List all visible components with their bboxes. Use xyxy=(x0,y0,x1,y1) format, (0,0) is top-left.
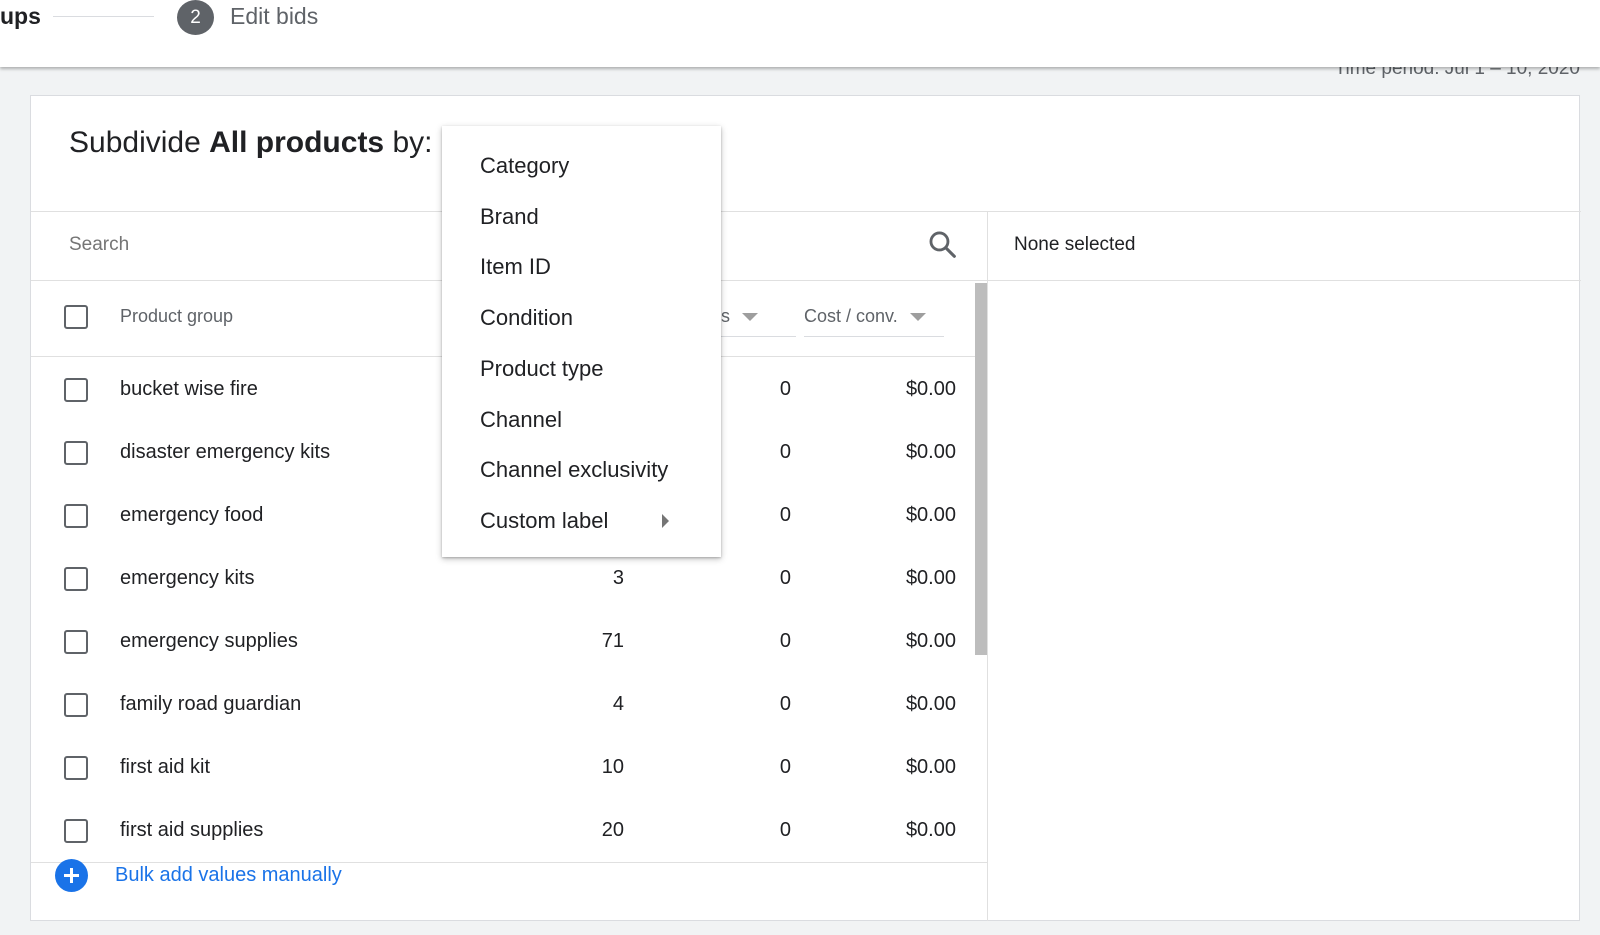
product-group-name: first aid kit xyxy=(120,756,211,778)
cost-per-conv-value: $0.00 xyxy=(905,693,956,715)
table-row[interactable]: emergency supplies 71 0 $0.00 xyxy=(31,610,966,673)
selection-status: None selected xyxy=(1014,234,1136,255)
column-header-cost-per-conv[interactable]: Cost / conv. xyxy=(804,306,944,337)
submenu-arrow-icon xyxy=(662,514,669,528)
conversions-value: 0 xyxy=(779,630,791,652)
menu-item-channel-exclusivity[interactable]: Channel exclusivity xyxy=(442,444,721,495)
row-checkbox[interactable] xyxy=(64,567,88,591)
menu-item-custom-label[interactable]: Custom label xyxy=(442,495,721,546)
product-group-name: family road guardian xyxy=(120,693,302,715)
divider xyxy=(31,211,1581,212)
column-underline xyxy=(721,336,796,337)
add-circle-icon xyxy=(55,859,88,892)
row-checkbox[interactable] xyxy=(64,378,88,402)
row-checkbox[interactable] xyxy=(64,819,88,843)
menu-item-category[interactable]: Category xyxy=(442,140,721,191)
row-checkbox[interactable] xyxy=(64,630,88,654)
row-checkbox[interactable] xyxy=(64,693,88,717)
products-count: 3 xyxy=(612,567,624,589)
card-title: Subdivide All products by: xyxy=(69,126,432,160)
select-all-checkbox[interactable] xyxy=(64,305,88,329)
products-count: 10 xyxy=(601,756,624,778)
divider xyxy=(31,280,1581,281)
table-scrollbar[interactable] xyxy=(975,283,987,655)
cost-per-conv-value: $0.00 xyxy=(905,567,956,589)
conversions-value: 0 xyxy=(779,756,791,778)
step-number-badge: 2 xyxy=(177,0,214,35)
product-group-name: emergency supplies xyxy=(120,630,298,652)
subdivide-card: Subdivide All products by: Search None s… xyxy=(30,95,1581,921)
current-step-label: Edit bids xyxy=(230,3,319,29)
column-underline xyxy=(804,336,944,337)
conversions-value: 0 xyxy=(779,819,791,841)
search-icon[interactable] xyxy=(926,228,960,262)
products-count: 71 xyxy=(601,630,624,652)
menu-item-brand[interactable]: Brand xyxy=(442,191,721,242)
stepper-bar: ups 2 Edit bids xyxy=(0,0,1600,67)
cost-per-conv-value: $0.00 xyxy=(905,630,956,652)
products-count: 4 xyxy=(612,693,624,715)
product-group-name: emergency kits xyxy=(120,567,255,589)
sort-arrow-icon[interactable] xyxy=(909,313,926,322)
cost-per-conv-value: $0.00 xyxy=(905,378,956,400)
row-checkbox[interactable] xyxy=(64,441,88,465)
title-bold: All products xyxy=(209,126,385,159)
panel-divider xyxy=(987,211,988,921)
product-group-name: bucket wise fire xyxy=(120,378,258,400)
conversions-value: 0 xyxy=(779,441,791,463)
previous-step-label[interactable]: ups xyxy=(0,3,41,30)
title-prefix: Subdivide xyxy=(69,126,210,159)
menu-item-condition[interactable]: Condition xyxy=(442,292,721,343)
bulk-add-label: Bulk add values manually xyxy=(115,864,342,886)
cost-per-conv-value: $0.00 xyxy=(905,819,956,841)
cost-per-conv-value: $0.00 xyxy=(905,504,956,526)
product-group-name: disaster emergency kits xyxy=(120,441,331,463)
conversions-value: 0 xyxy=(779,378,791,400)
conversions-value: 0 xyxy=(779,567,791,589)
title-suffix: by: xyxy=(384,126,433,159)
search-input[interactable]: Search xyxy=(69,234,129,256)
column-header-label: Cost / conv. xyxy=(804,306,898,326)
column-header-label: s xyxy=(721,306,730,326)
table-row[interactable]: first aid supplies 20 0 $0.00 xyxy=(31,799,966,862)
cost-per-conv-value: $0.00 xyxy=(905,441,956,463)
menu-item-product-type[interactable]: Product type xyxy=(442,343,721,394)
bulk-add-button[interactable]: Bulk add values manually xyxy=(55,859,342,892)
sort-arrow-icon[interactable] xyxy=(742,313,758,322)
row-checkbox[interactable] xyxy=(64,504,88,528)
menu-item-channel[interactable]: Channel xyxy=(442,394,721,445)
table-row[interactable]: first aid kit 10 0 $0.00 xyxy=(31,736,966,799)
subdivide-dropdown-menu: Category Brand Item ID Condition Product… xyxy=(442,126,721,557)
column-header-conversions[interactable]: s xyxy=(721,306,796,337)
conversions-value: 0 xyxy=(779,504,791,526)
step-connector xyxy=(53,16,154,17)
products-count: 20 xyxy=(601,819,624,841)
column-header-product-group[interactable]: Product group xyxy=(120,306,233,327)
row-checkbox[interactable] xyxy=(64,756,88,780)
product-group-name: first aid supplies xyxy=(120,819,264,841)
conversions-value: 0 xyxy=(779,693,791,715)
table-row[interactable]: family road guardian 4 0 $0.00 xyxy=(31,673,966,736)
product-group-name: emergency food xyxy=(120,504,264,526)
menu-item-label: Custom label xyxy=(480,507,609,533)
cost-per-conv-value: $0.00 xyxy=(905,756,956,778)
menu-item-item-id[interactable]: Item ID xyxy=(442,241,721,292)
